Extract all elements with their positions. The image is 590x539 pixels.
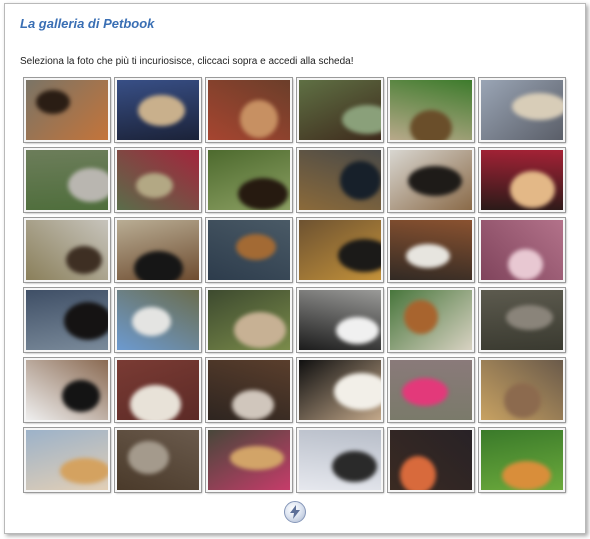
- gallery-panel: La galleria di Petbook Seleziona la foto…: [4, 3, 586, 534]
- lightning-icon: [290, 505, 300, 519]
- photo-subject: [512, 93, 563, 120]
- photo-subject: [136, 173, 173, 198]
- photo-thumbnail-dog[interactable]: [296, 77, 384, 143]
- photo-thumbnail-dog[interactable]: [205, 217, 293, 283]
- photo-thumbnail-dog[interactable]: [114, 357, 202, 423]
- photo-thumbnail-dog[interactable]: [478, 357, 566, 423]
- photo-thumbnail-dog[interactable]: [114, 287, 202, 353]
- photo-thumbnail-dog[interactable]: [23, 287, 111, 353]
- photo-thumbnail-cat[interactable]: [205, 357, 293, 423]
- photo-thumbnail-dog[interactable]: [387, 147, 475, 213]
- photo-thumbnail-cat[interactable]: [205, 287, 293, 353]
- photo-subject: [506, 305, 553, 330]
- photo-subject: [64, 302, 108, 340]
- photo-subject: [130, 385, 181, 420]
- photo-thumbnail-cat[interactable]: [478, 287, 566, 353]
- photo-subject: [342, 105, 381, 134]
- photo-subject: [62, 380, 100, 412]
- photo-subject: [338, 239, 381, 272]
- photo-thumbnail-dog[interactable]: [387, 287, 475, 353]
- photo-thumbnail-cat[interactable]: [296, 287, 384, 353]
- photo-subject: [504, 383, 541, 418]
- photo-thumbnail-dog[interactable]: [387, 427, 475, 493]
- photo-subject: [502, 461, 551, 490]
- photo-thumbnail-dog[interactable]: [23, 77, 111, 143]
- photo-subject: [230, 446, 284, 470]
- photo-thumbnail-dog[interactable]: [114, 217, 202, 283]
- photo-subject: [66, 246, 102, 274]
- photo-subject: [400, 456, 436, 490]
- photo-thumbnail-cat[interactable]: [387, 217, 475, 283]
- photo-subject: [410, 110, 452, 140]
- photo-thumbnail-cat[interactable]: [478, 147, 566, 213]
- photo-subject: [36, 90, 70, 114]
- photo-subject: [508, 249, 543, 280]
- instructions-text: Seleziona la foto che più ti incuriosisc…: [20, 56, 354, 67]
- photo-thumbnail-dog[interactable]: [23, 147, 111, 213]
- photo-thumbnail-dog[interactable]: [387, 77, 475, 143]
- photo-subject: [232, 390, 274, 420]
- photo-subject: [236, 234, 276, 260]
- photo-grid: [23, 77, 566, 493]
- photo-subject: [402, 378, 448, 406]
- photo-thumbnail-dog[interactable]: [205, 147, 293, 213]
- photo-thumbnail-dog[interactable]: [478, 77, 566, 143]
- photo-thumbnail-dog[interactable]: [296, 147, 384, 213]
- photo-thumbnail-dog[interactable]: [205, 427, 293, 493]
- photo-subject: [68, 168, 108, 202]
- photo-thumbnail-dog[interactable]: [114, 147, 202, 213]
- next-page-button[interactable]: [284, 501, 306, 523]
- photo-subject: [138, 95, 185, 126]
- photo-thumbnail-dog[interactable]: [296, 427, 384, 493]
- photo-subject: [128, 441, 169, 474]
- photo-thumbnail-dog[interactable]: [23, 357, 111, 423]
- photo-subject: [510, 171, 555, 208]
- photo-subject: [238, 178, 288, 210]
- photo-subject: [404, 300, 438, 334]
- photo-thumbnail-cat[interactable]: [478, 427, 566, 493]
- photo-subject: [332, 451, 377, 482]
- photo-thumbnail-dog[interactable]: [296, 217, 384, 283]
- page-title: La galleria di Petbook: [20, 16, 155, 31]
- photo-thumbnail-dog[interactable]: [114, 77, 202, 143]
- photo-thumbnail-dog[interactable]: [23, 217, 111, 283]
- photo-thumbnail-cat[interactable]: [478, 217, 566, 283]
- photo-subject: [234, 312, 286, 348]
- photo-thumbnail-cat[interactable]: [387, 357, 475, 423]
- photo-subject: [334, 373, 381, 410]
- photo-thumbnail-cat[interactable]: [114, 427, 202, 493]
- photo-thumbnail-cat[interactable]: [205, 77, 293, 143]
- photo-subject: [408, 166, 462, 196]
- photo-thumbnail-dog[interactable]: [296, 357, 384, 423]
- photo-subject: [340, 161, 381, 200]
- photo-subject: [406, 244, 450, 268]
- photo-subject: [134, 251, 183, 280]
- photo-subject: [60, 458, 108, 484]
- photo-subject: [336, 317, 379, 344]
- photo-subject: [240, 100, 278, 138]
- photo-thumbnail-cat[interactable]: [23, 427, 111, 493]
- photo-subject: [132, 307, 171, 336]
